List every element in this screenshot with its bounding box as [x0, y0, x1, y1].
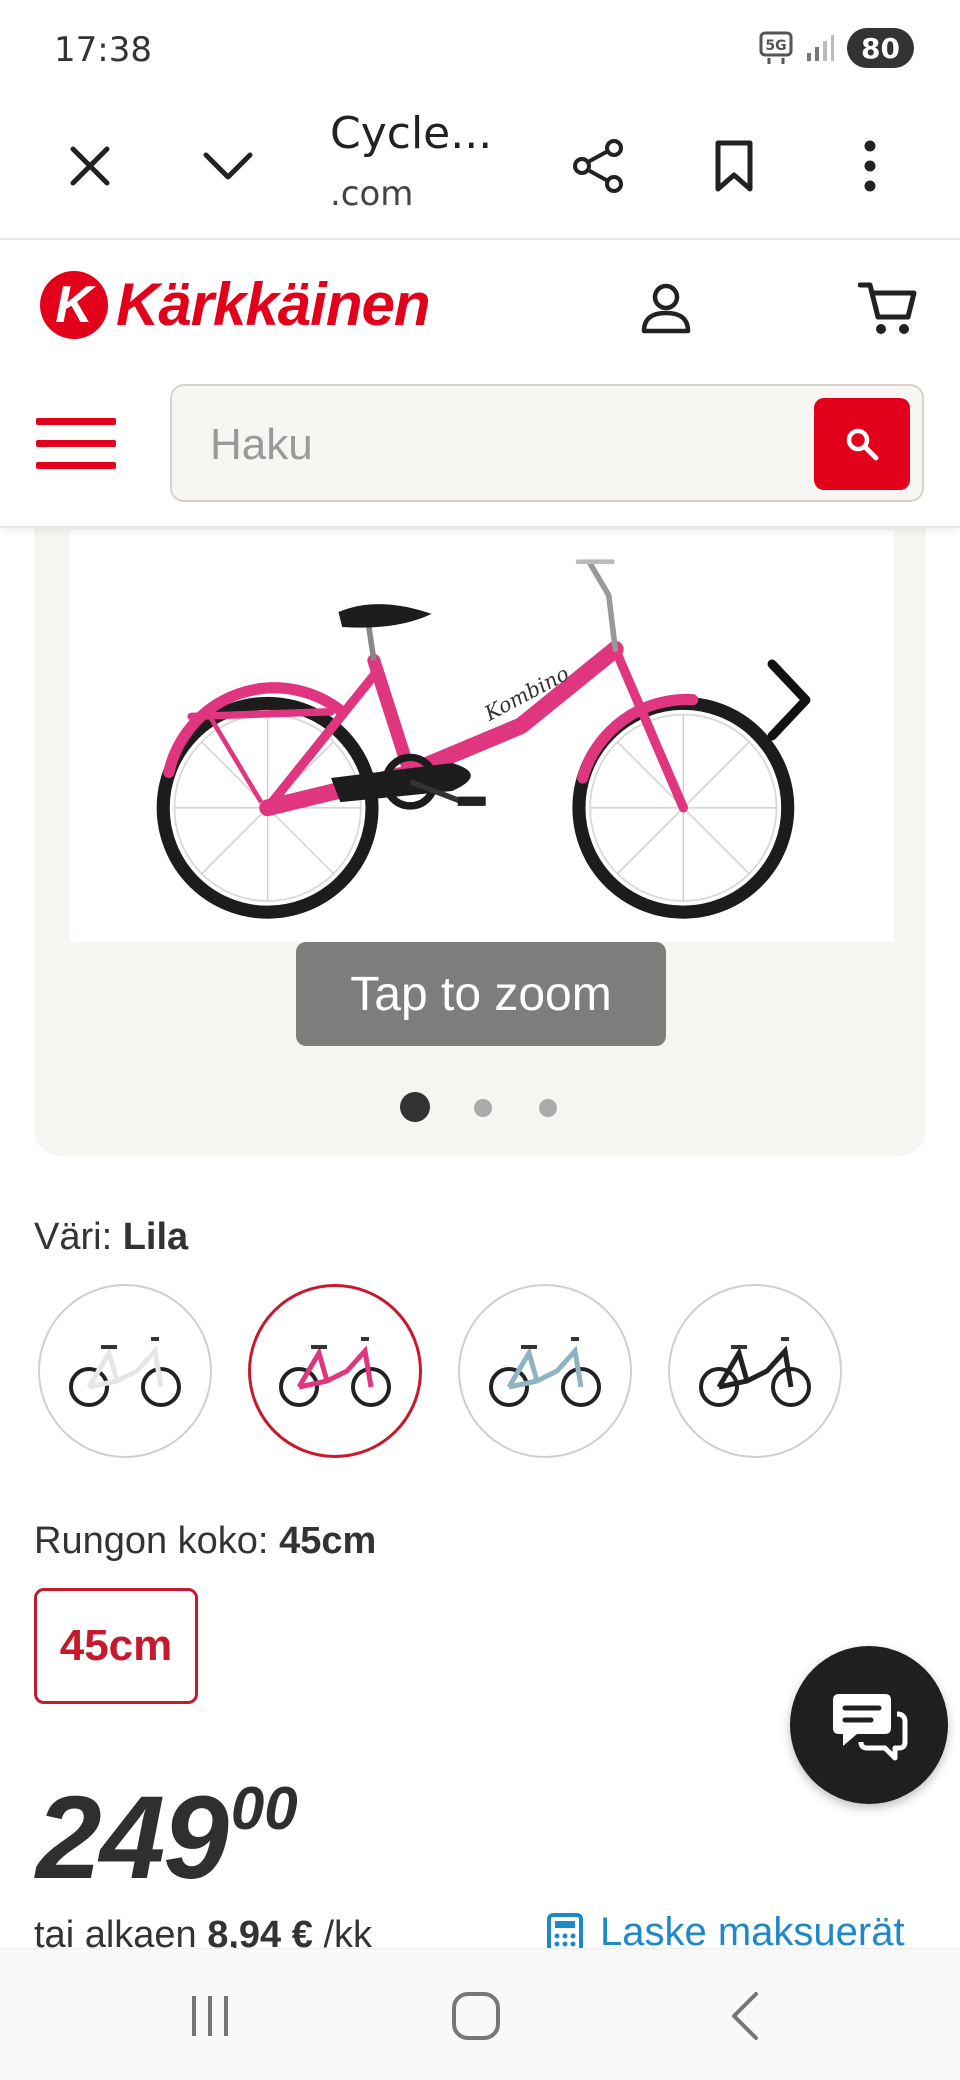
- minimize-button[interactable]: [186, 124, 270, 208]
- tap-to-zoom-label[interactable]: Tap to zoom: [296, 942, 666, 1046]
- size-value: 45cm: [279, 1520, 377, 1562]
- product-gallery: Kombino Tap to zoom: [34, 500, 926, 1156]
- status-icons: 5G 80: [759, 28, 914, 68]
- menu-icon-bar: [36, 418, 116, 425]
- share-icon: [573, 139, 623, 193]
- more-options-button[interactable]: [828, 124, 912, 208]
- more-vertical-icon: [864, 140, 876, 192]
- battery-level: 80: [861, 31, 900, 65]
- account-button[interactable]: [630, 272, 702, 344]
- battery-indicator: 80: [847, 28, 914, 68]
- share-button[interactable]: [556, 124, 640, 208]
- gallery-pagination: [34, 1092, 926, 1122]
- home-icon: [452, 1992, 500, 2040]
- color-swatches: [38, 1284, 898, 1460]
- brand-logo-mark: K: [40, 270, 108, 339]
- color-swatch-black[interactable]: [668, 1284, 842, 1458]
- pagination-dot[interactable]: [539, 1099, 557, 1117]
- chevron-right-icon[interactable]: [754, 650, 824, 750]
- size-label-text: Rungon koko:: [34, 1520, 269, 1562]
- browser-toolbar: Cycle... .com: [0, 96, 960, 240]
- recent-apps-button[interactable]: [170, 1981, 250, 2051]
- color-swatch-light-blue[interactable]: [458, 1284, 632, 1458]
- color-swatch-lila[interactable]: [248, 1284, 422, 1458]
- status-time: 17:38: [54, 30, 152, 70]
- brand-logo[interactable]: K Kärkkäinen: [40, 270, 430, 339]
- menu-icon-bar: [36, 440, 116, 447]
- user-icon: [641, 283, 691, 334]
- price-integer: 249: [36, 1772, 229, 1904]
- site-header: K Kärkkäinen: [0, 242, 960, 528]
- size-option-45cm[interactable]: 45cm: [34, 1588, 198, 1704]
- status-bar: 17:38 5G 80: [0, 0, 960, 96]
- color-label: Väri: Lila: [34, 1216, 188, 1259]
- chat-icon: [833, 1694, 908, 1761]
- search-box: [170, 384, 924, 502]
- color-value: Lila: [122, 1216, 189, 1258]
- cart-icon: [858, 282, 917, 334]
- signal-icon: [807, 35, 835, 61]
- price-decimals: 00: [230, 1775, 298, 1842]
- home-button[interactable]: [436, 1981, 516, 2051]
- pagination-dot[interactable]: [474, 1099, 492, 1117]
- network-5g-icon: 5G: [759, 31, 793, 64]
- bicycle-thumbnail: [489, 1337, 601, 1407]
- close-icon: [70, 146, 110, 186]
- bookmark-icon: [715, 140, 753, 192]
- product-image[interactable]: Kombino: [70, 530, 894, 942]
- menu-icon-bar: [36, 462, 116, 469]
- pagination-dot-active[interactable]: [400, 1092, 430, 1122]
- search-input[interactable]: [210, 420, 770, 470]
- menu-button[interactable]: [36, 412, 118, 474]
- chevron-down-icon: [203, 152, 253, 180]
- bicycle-thumbnail: [69, 1337, 181, 1407]
- brand-name: Kärkkäinen: [116, 271, 430, 338]
- bookmark-button[interactable]: [692, 124, 776, 208]
- product-price: 24900: [36, 1770, 298, 1906]
- bicycle-thumbnail: [699, 1337, 811, 1407]
- search-button[interactable]: [814, 398, 910, 490]
- chat-button[interactable]: [790, 1646, 948, 1804]
- page-domain: .com: [330, 174, 414, 214]
- system-nav-bar: [0, 1948, 960, 2080]
- back-button[interactable]: [706, 1981, 786, 2051]
- recent-apps-icon: [192, 1996, 228, 2036]
- search-icon: [846, 428, 879, 461]
- page-title: Cycle...: [330, 108, 493, 159]
- size-label: Rungon koko: 45cm: [34, 1520, 376, 1563]
- color-label-text: Väri:: [34, 1216, 113, 1258]
- cart-button[interactable]: [852, 272, 924, 344]
- color-swatch-white[interactable]: [38, 1284, 212, 1458]
- back-icon: [732, 1992, 758, 2040]
- svg-text:5G: 5G: [765, 38, 786, 54]
- bicycle-thumbnail: [279, 1337, 391, 1407]
- close-tab-button[interactable]: [48, 124, 132, 208]
